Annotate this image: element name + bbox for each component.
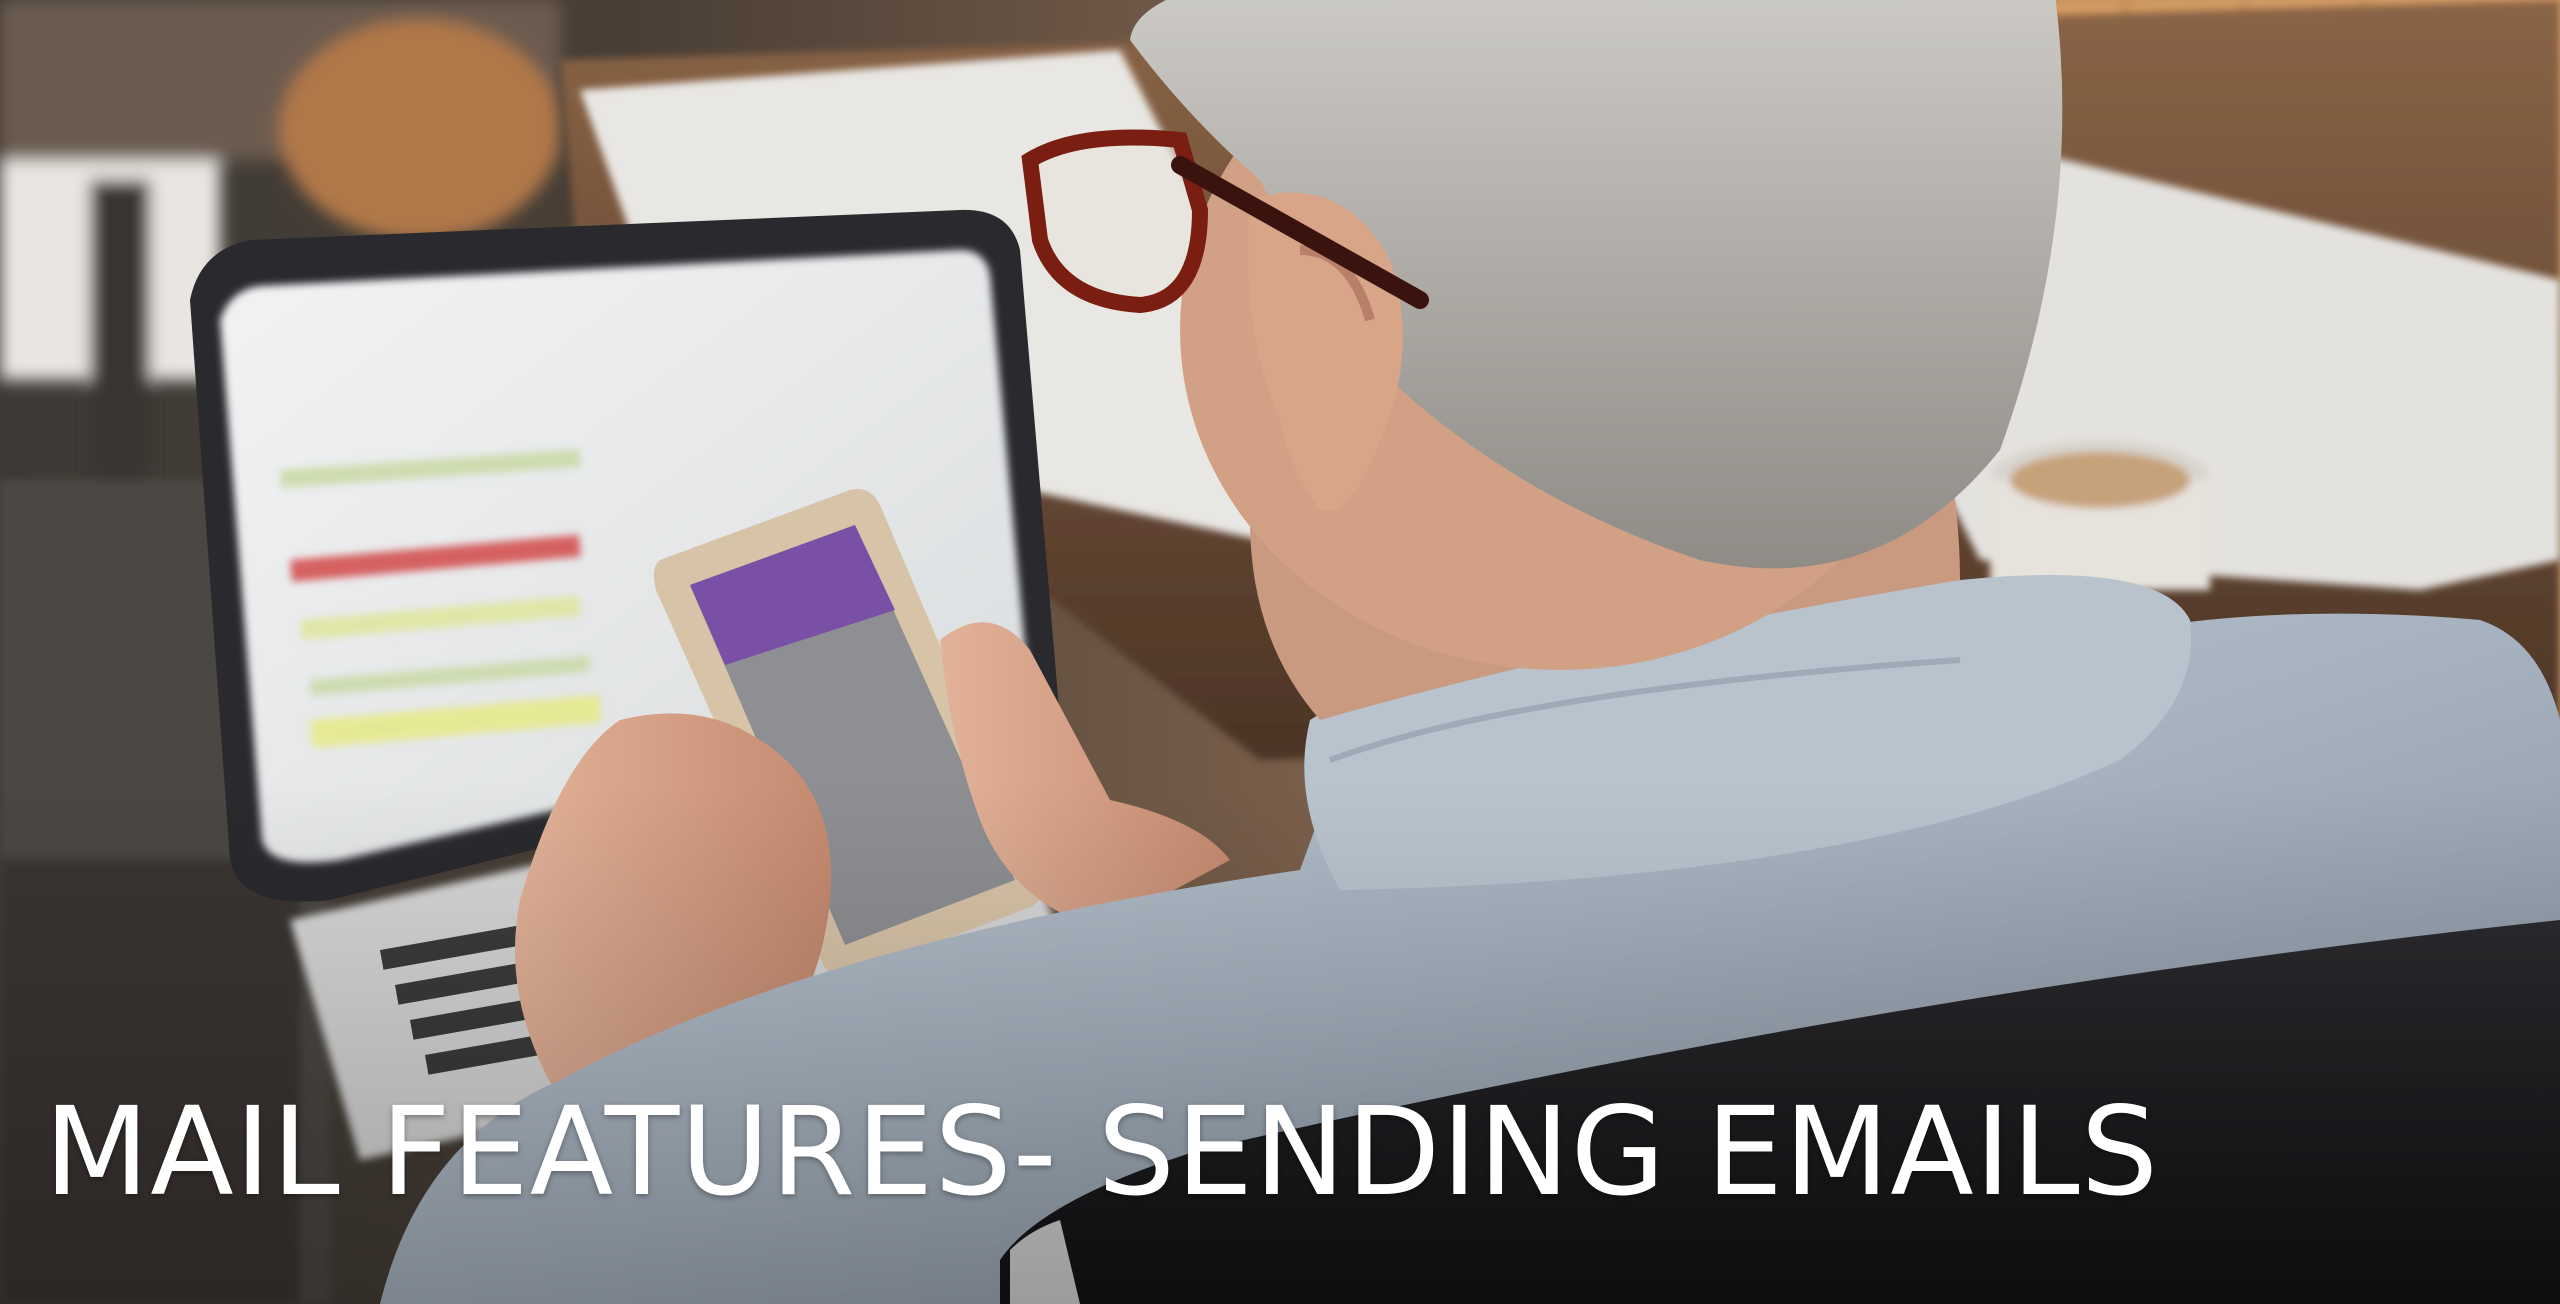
slide: MAIL FEATURES- SENDING EMAILS	[0, 0, 2560, 1304]
slide-title: MAIL FEATURES- SENDING EMAILS	[44, 1081, 2160, 1223]
title-container: MAIL FEATURES- SENDING EMAILS	[44, 1072, 2444, 1232]
